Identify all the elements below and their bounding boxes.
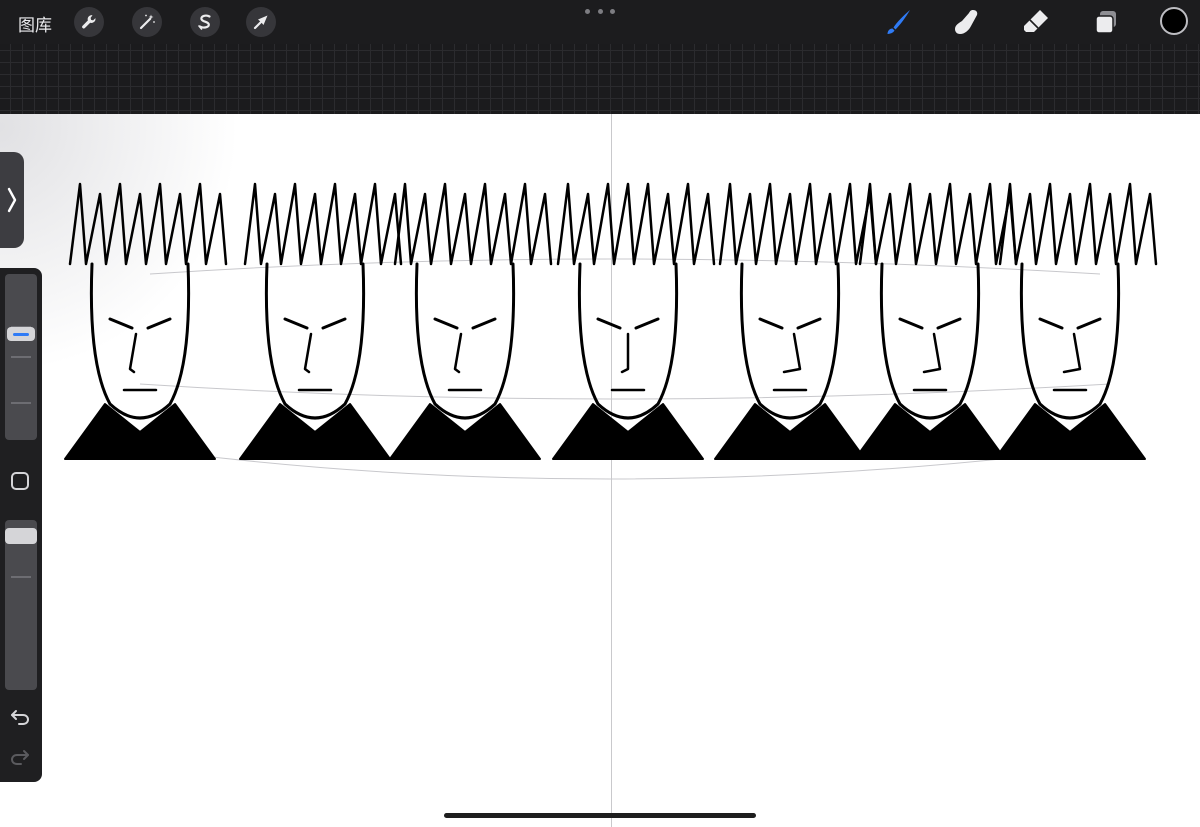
home-indicator[interactable] bbox=[444, 813, 756, 818]
opacity-slider[interactable] bbox=[5, 520, 37, 690]
transform-button[interactable] bbox=[246, 7, 276, 37]
slider-tick bbox=[11, 576, 31, 578]
eraser-icon bbox=[1024, 10, 1048, 32]
top-toolbar: 图库 bbox=[0, 0, 1200, 44]
gallery-button[interactable]: 图库 bbox=[18, 11, 52, 36]
drawing-canvas[interactable] bbox=[0, 114, 1200, 827]
magic-wand-icon bbox=[139, 14, 155, 30]
redo-icon[interactable] bbox=[9, 746, 31, 766]
layers-icon bbox=[1095, 11, 1116, 34]
side-toolbar bbox=[0, 268, 42, 782]
square-modify-icon[interactable] bbox=[11, 472, 29, 490]
selection-button[interactable] bbox=[190, 7, 220, 37]
sidebar-toggle[interactable] bbox=[0, 152, 24, 248]
chevron-right-icon bbox=[7, 187, 17, 213]
slider-tick bbox=[11, 402, 31, 404]
adjustments-button[interactable] bbox=[132, 7, 162, 37]
more-dots-icon[interactable] bbox=[585, 6, 615, 16]
selection-s-icon bbox=[198, 14, 211, 30]
layers-button[interactable] bbox=[1090, 6, 1122, 38]
brush-size-handle[interactable] bbox=[7, 327, 35, 341]
color-swatch-button[interactable] bbox=[1160, 7, 1188, 35]
brush-size-slider[interactable] bbox=[5, 274, 37, 440]
brush-icon bbox=[887, 10, 910, 34]
opacity-handle[interactable] bbox=[5, 528, 37, 544]
actions-button[interactable] bbox=[74, 7, 104, 37]
wrench-icon bbox=[82, 15, 96, 29]
handle-accent bbox=[13, 333, 29, 336]
canvas-backdrop bbox=[0, 44, 1200, 114]
slider-tick bbox=[11, 356, 31, 358]
eraser-tool-button[interactable] bbox=[1020, 6, 1052, 38]
character-turnaround-artwork bbox=[64, 182, 1158, 480]
smudge-tool-button[interactable] bbox=[950, 6, 982, 38]
undo-icon[interactable] bbox=[9, 706, 31, 726]
arrow-cursor-icon bbox=[253, 15, 268, 30]
smudge-finger-icon bbox=[955, 10, 978, 34]
brush-tool-button[interactable] bbox=[882, 6, 914, 38]
